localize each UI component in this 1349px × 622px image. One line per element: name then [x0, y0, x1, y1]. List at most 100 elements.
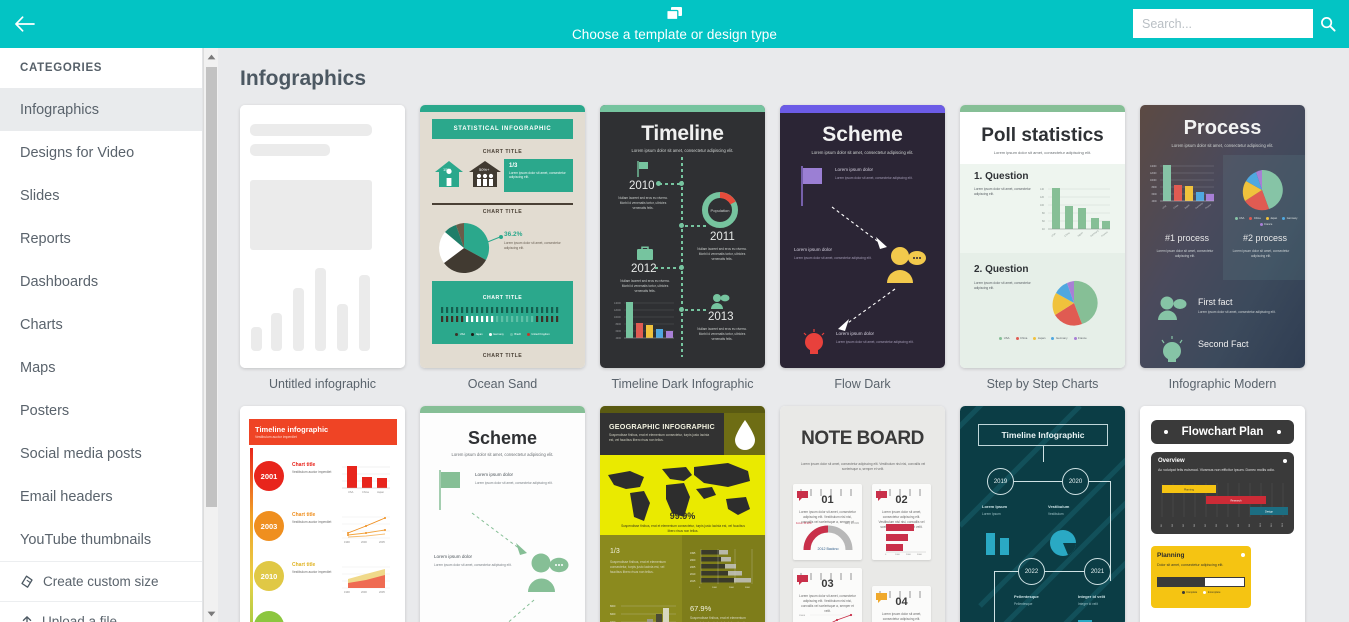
chart-title: CHART TITLE — [482, 209, 523, 215]
body-text: Lorem ipsum dolor sit amet, consectetur … — [509, 171, 566, 180]
template-card-step-by-step-charts[interactable]: Poll statistics Lorem ipsum dolor sit am… — [960, 105, 1125, 392]
svg-text:2005: 2005 — [379, 590, 385, 594]
template-card-flow-dark[interactable]: Scheme Lorem ipsum dolor sit amet, conse… — [780, 105, 945, 392]
body-text: Lorem ipsum dolor sit amet, consectetur … — [794, 256, 872, 260]
sidebar-item-designs-for-video[interactable]: Designs for Video — [0, 131, 202, 174]
sidebar-item-infographics[interactable]: Infographics — [0, 88, 202, 131]
body-text: Lorem ipsum dolor sit amet, consectetur … — [1232, 249, 1290, 258]
svg-text:15000: 15000 — [799, 615, 806, 617]
scroll-up-button[interactable] — [204, 48, 218, 65]
sidebar-item-reports[interactable]: Reports — [0, 217, 202, 260]
scrollbar-thumb[interactable] — [206, 67, 217, 507]
lightbulb-icon — [803, 329, 825, 354]
legend-label: France — [1264, 222, 1273, 226]
svg-text:60: 60 — [1042, 220, 1045, 223]
sidebar-item-label: Dashboards — [20, 273, 99, 290]
template-card-scheme[interactable]: Scheme Lorem ipsum dolor sit amet, conse… — [420, 406, 585, 622]
world-map — [608, 463, 750, 521]
donut-chart: 2012 Backno — [803, 525, 853, 551]
sidebar-scrollbar[interactable] — [203, 48, 218, 622]
template-thumbnail: STATISTICAL INFOGRAPHIC CHART TITLE 15% — [420, 105, 585, 368]
template-thumbnail: Process Lorem ipsum dolor sit amet, cons… — [1140, 105, 1305, 368]
caret-down-icon — [207, 611, 215, 616]
overview-text: Ac volutpat felis euismod. Vivamus non e… — [1158, 468, 1275, 472]
sidebar-item-slides[interactable]: Slides — [0, 174, 202, 217]
svg-text:2015: 2015 — [690, 580, 696, 583]
sidebar-item-social-media-posts[interactable]: Social media posts — [0, 432, 202, 475]
legend-label: France — [1078, 336, 1087, 340]
scroll-down-button[interactable] — [204, 605, 218, 622]
body-text: Nullam laoreet sed eros eu viverra. Morb… — [697, 327, 747, 341]
sidebar-item-dashboards[interactable]: Dashboards — [0, 260, 202, 303]
search-input[interactable] — [1133, 9, 1313, 38]
svg-text:W2: W2 — [1172, 523, 1174, 527]
template-card-timeline-dark-infographic[interactable]: Timeline Lorem ipsum dolor sit amet, con… — [600, 105, 765, 392]
fact-heading: Second Fact — [1198, 339, 1249, 349]
legend-label: Japan — [1037, 336, 1046, 340]
sidebar-item-maps[interactable]: Maps — [0, 346, 202, 389]
svg-text:50%+: 50%+ — [479, 167, 490, 172]
svg-text:10000: 10000 — [1150, 180, 1157, 182]
svg-text:China: China — [362, 490, 369, 494]
template-card-timeline-infographic-red[interactable]: Timeline infographic Vestibulum auctor i… — [240, 406, 405, 622]
svg-text:USA: USA — [1162, 204, 1168, 209]
template-card-note-board[interactable]: NOTE BOARD Lorem ipsum dolor sit amet, c… — [780, 406, 945, 622]
pie-value: 36.2% — [504, 231, 523, 238]
sidebar-item-youtube-thumbnails[interactable]: YouTube thumbnails — [0, 518, 202, 561]
template-thumbnail: Timeline Lorem ipsum dolor sit amet, con… — [600, 105, 765, 368]
template-card-timeline-infographic-teal[interactable]: Timeline Infographic 2019 2020 Lorem Ips… — [960, 406, 1125, 622]
svg-text:Research: Research — [1230, 499, 1242, 503]
svg-text:2000: 2000 — [361, 590, 367, 594]
sidebar-item-email-headers[interactable]: Email headers — [0, 475, 202, 518]
caret-up-icon — [207, 54, 215, 59]
sidebar-item-charts[interactable]: Charts — [0, 303, 202, 346]
svg-text:2000: 2000 — [361, 540, 367, 544]
page-heading: Choose a template or design type — [571, 26, 778, 42]
legend-label: Japan — [1270, 217, 1278, 220]
template-subtitle: Lorem ipsum dolor sit amet, consectetur … — [631, 148, 734, 153]
sidebar-item-label: Slides — [20, 187, 60, 204]
year-badge: 2003 — [254, 511, 284, 541]
create-custom-size-button[interactable]: Create custom size — [0, 561, 202, 601]
callout-line — [480, 235, 503, 246]
person-speech-icon — [887, 247, 926, 283]
template-subtitle: Suspendisse finibus, erat et elementum c… — [609, 433, 710, 442]
question-heading: 2. Question — [974, 264, 1029, 275]
template-title: Scheme — [467, 428, 538, 448]
template-title: Timeline Infographic — [1001, 430, 1085, 440]
legend-label: USA — [1239, 217, 1245, 220]
svg-text:France: France — [1205, 203, 1213, 210]
pie-chart — [1052, 280, 1098, 326]
template-subtitle: Lorem ipsum dolor sit amet, consectetur … — [1171, 143, 1274, 148]
body-text: Lorem ipsum dolor sit amet, consectetur … — [836, 340, 914, 344]
year-label: 2013 — [708, 311, 734, 323]
body-text: Lorem ipsum dolor sit amet, consectetur … — [504, 241, 561, 250]
svg-text:W6: W6 — [1216, 523, 1218, 527]
template-card-ocean-sand[interactable]: STATISTICAL INFOGRAPHIC CHART TITLE 15% — [420, 105, 585, 392]
template-grid: Untitled infographic STATISTICAL INFOGRA… — [240, 105, 1330, 622]
back-button[interactable] — [10, 10, 40, 38]
sidebar-item-posters[interactable]: Posters — [0, 389, 202, 432]
template-thumbnail — [240, 105, 405, 368]
svg-text:USA: USA — [1051, 232, 1057, 238]
year-badge: 2020 — [1062, 468, 1089, 495]
area-chart: 1990 2000 2005 — [342, 566, 390, 594]
template-label: Infographic Modern — [1168, 377, 1277, 391]
svg-text:8000: 8000 — [1152, 187, 1158, 189]
year-label: 2010 — [629, 180, 655, 192]
svg-text:4000: 4000 — [616, 337, 622, 340]
svg-text:2010: 2010 — [690, 573, 696, 576]
legend-label: USA — [1003, 336, 1010, 340]
template-card-infographic-modern[interactable]: Process Lorem ipsum dolor sit amet, cons… — [1140, 105, 1305, 392]
person-speech-icon — [711, 294, 730, 309]
template-card-geographic-infographic[interactable]: GEOGRAPHIC INFOGRAPHIC Suspendisse finib… — [600, 406, 765, 622]
template-card-flowchart-plan[interactable]: Flowchart Plan Overview Ac volutpat feli… — [1140, 406, 1305, 622]
svg-text:1000: 1000 — [895, 554, 901, 556]
pictogram-chart — [440, 307, 558, 322]
second-stat: 67.9% — [690, 604, 712, 613]
svg-text:14000: 14000 — [614, 302, 621, 305]
search-button[interactable] — [1313, 9, 1343, 38]
bar-chart: 14000 12000 10000 8000 6000 4000 — [614, 302, 674, 340]
template-card-untitled-infographic[interactable]: Untitled infographic — [240, 105, 405, 392]
upload-a-file-button[interactable]: Upload a file — [0, 601, 202, 622]
